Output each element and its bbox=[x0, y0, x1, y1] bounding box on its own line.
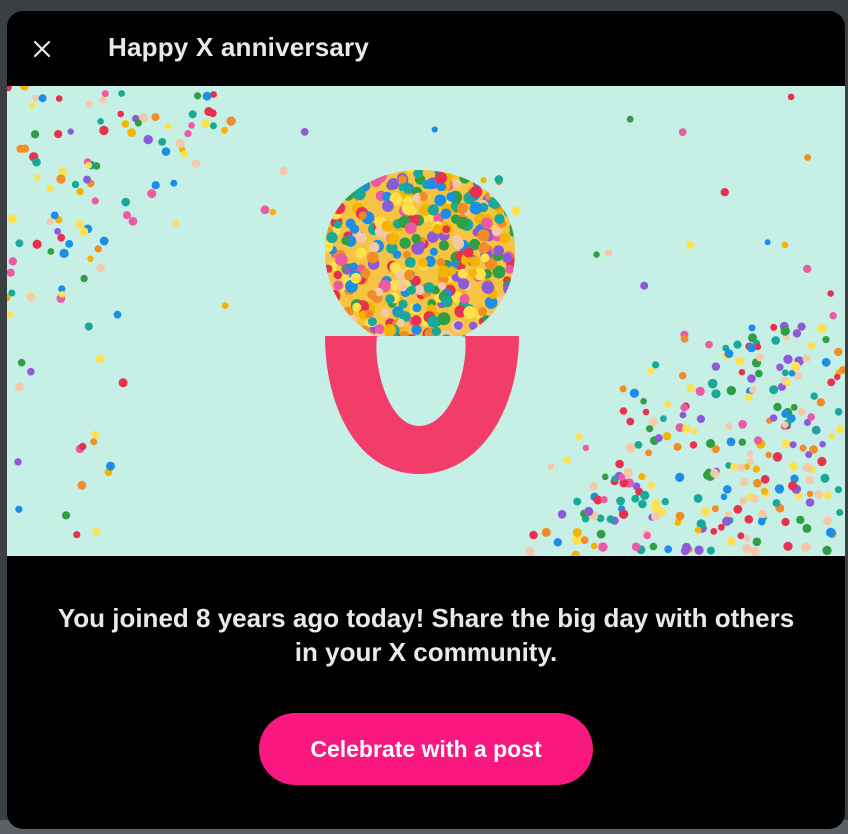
close-button[interactable] bbox=[24, 31, 60, 67]
hero-image bbox=[7, 86, 845, 556]
pink-ring bbox=[325, 318, 519, 474]
confetti-eight-illustration bbox=[7, 86, 845, 556]
dialog-title: Happy X anniversary bbox=[108, 32, 370, 62]
anniversary-dialog: Happy X anniversary You joined 8 years a… bbox=[7, 11, 845, 829]
close-icon bbox=[33, 40, 51, 58]
dialog-header: Happy X anniversary bbox=[7, 11, 845, 86]
anniversary-message: You joined 8 years ago today! Share the … bbox=[57, 603, 795, 667]
celebrate-button[interactable]: Celebrate with a post bbox=[259, 713, 593, 785]
